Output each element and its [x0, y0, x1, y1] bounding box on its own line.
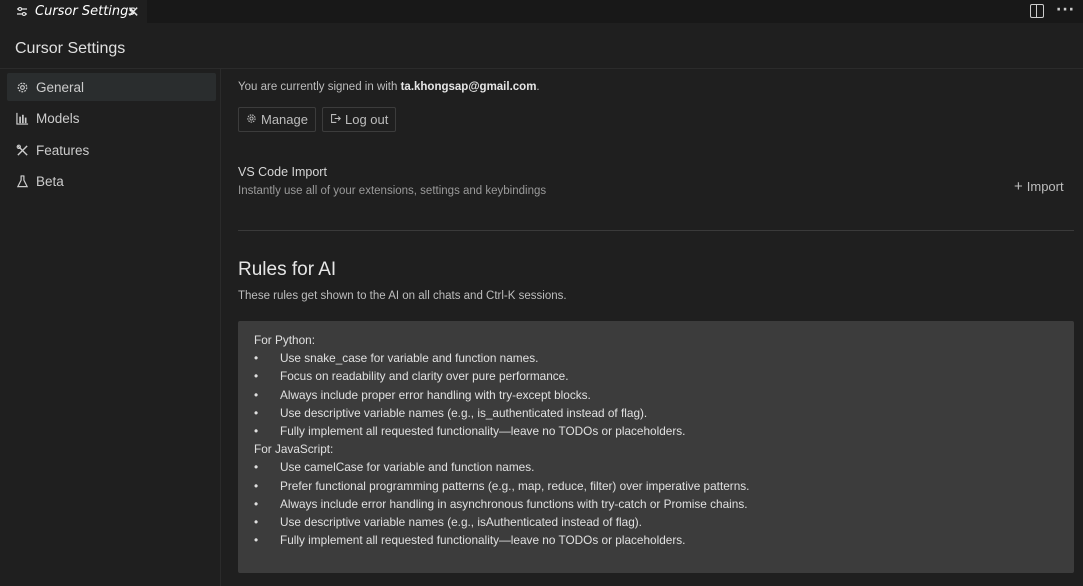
page-header: Cursor Settings	[0, 23, 1083, 69]
tools-icon	[15, 143, 29, 157]
close-icon[interactable]: ✕	[127, 3, 140, 21]
split-editor-icon[interactable]	[1030, 4, 1045, 18]
rule-line: For JavaScript:	[254, 442, 334, 457]
sidebar-item-beta[interactable]: Beta	[7, 167, 216, 195]
sidebar-item-general[interactable]: General	[7, 73, 216, 101]
page-title: Cursor Settings	[15, 40, 126, 57]
signed-in-text: You are currently signed in with ta.khon…	[238, 81, 540, 93]
rules-textarea[interactable]: For Python: Use snake_case for variable …	[238, 321, 1074, 573]
tab-label: Cursor Settings	[35, 4, 136, 19]
rule-line: Always include error handling in asynchr…	[254, 495, 1058, 513]
rule-line: Use descriptive variable names (e.g., is…	[254, 404, 1058, 422]
import-label: Import	[1026, 179, 1064, 194]
sidebar-item-label: General	[36, 79, 85, 95]
sidebar-item-label: Models	[36, 110, 80, 126]
account-email: ta.khongsap@gmail.com	[400, 81, 537, 93]
import-title: VS Code Import	[238, 165, 327, 179]
import-button[interactable]: + Import	[1014, 178, 1064, 195]
settings-sidebar: General Models Features Beta	[0, 69, 221, 586]
chart-icon	[15, 111, 29, 125]
rule-line: Use camelCase for variable and function …	[254, 458, 1058, 476]
tab-bar: Cursor Settings ✕ ···	[0, 0, 1083, 23]
import-description: Instantly use all of your extensions, se…	[238, 185, 547, 197]
rule-line: Fully implement all requested functional…	[254, 531, 1058, 549]
rule-line: Use descriptive variable names (e.g., is…	[254, 513, 1058, 531]
rule-line: Focus on readability and clarity over pu…	[254, 367, 1058, 385]
logout-icon	[330, 113, 341, 127]
sidebar-item-features[interactable]: Features	[7, 136, 216, 164]
rule-line: Fully implement all requested functional…	[254, 422, 1058, 440]
rule-line: Prefer functional programming patterns (…	[254, 477, 1058, 495]
gear-icon	[15, 80, 29, 94]
plus-icon: +	[1014, 178, 1023, 195]
logout-button[interactable]: Log out	[322, 107, 397, 132]
logout-label: Log out	[345, 112, 389, 127]
section-divider	[238, 230, 1074, 231]
settings-sliders-icon	[16, 6, 28, 18]
gear-icon	[246, 113, 257, 127]
more-actions-icon[interactable]: ···	[1056, 2, 1075, 18]
rule-line: Use snake_case for variable and function…	[254, 349, 1058, 367]
rules-description: These rules get shown to the AI on all c…	[238, 290, 567, 302]
rule-line: For Python:	[254, 333, 315, 347]
signed-in-suffix: .	[536, 81, 540, 93]
sidebar-item-label: Beta	[36, 173, 64, 189]
manage-label: Manage	[261, 112, 308, 127]
sidebar-item-label: Features	[36, 142, 90, 158]
manage-button[interactable]: Manage	[238, 107, 316, 132]
rule-line: Always include proper error handling wit…	[254, 386, 1058, 404]
tab-cursor-settings[interactable]: Cursor Settings ✕	[0, 0, 147, 23]
settings-content: You are currently signed in with ta.khon…	[221, 69, 1083, 586]
rules-title: Rules for AI	[238, 259, 337, 280]
sidebar-item-models[interactable]: Models	[7, 104, 216, 132]
flask-icon	[15, 174, 29, 188]
signed-in-prefix: You are currently signed in with	[238, 81, 398, 93]
